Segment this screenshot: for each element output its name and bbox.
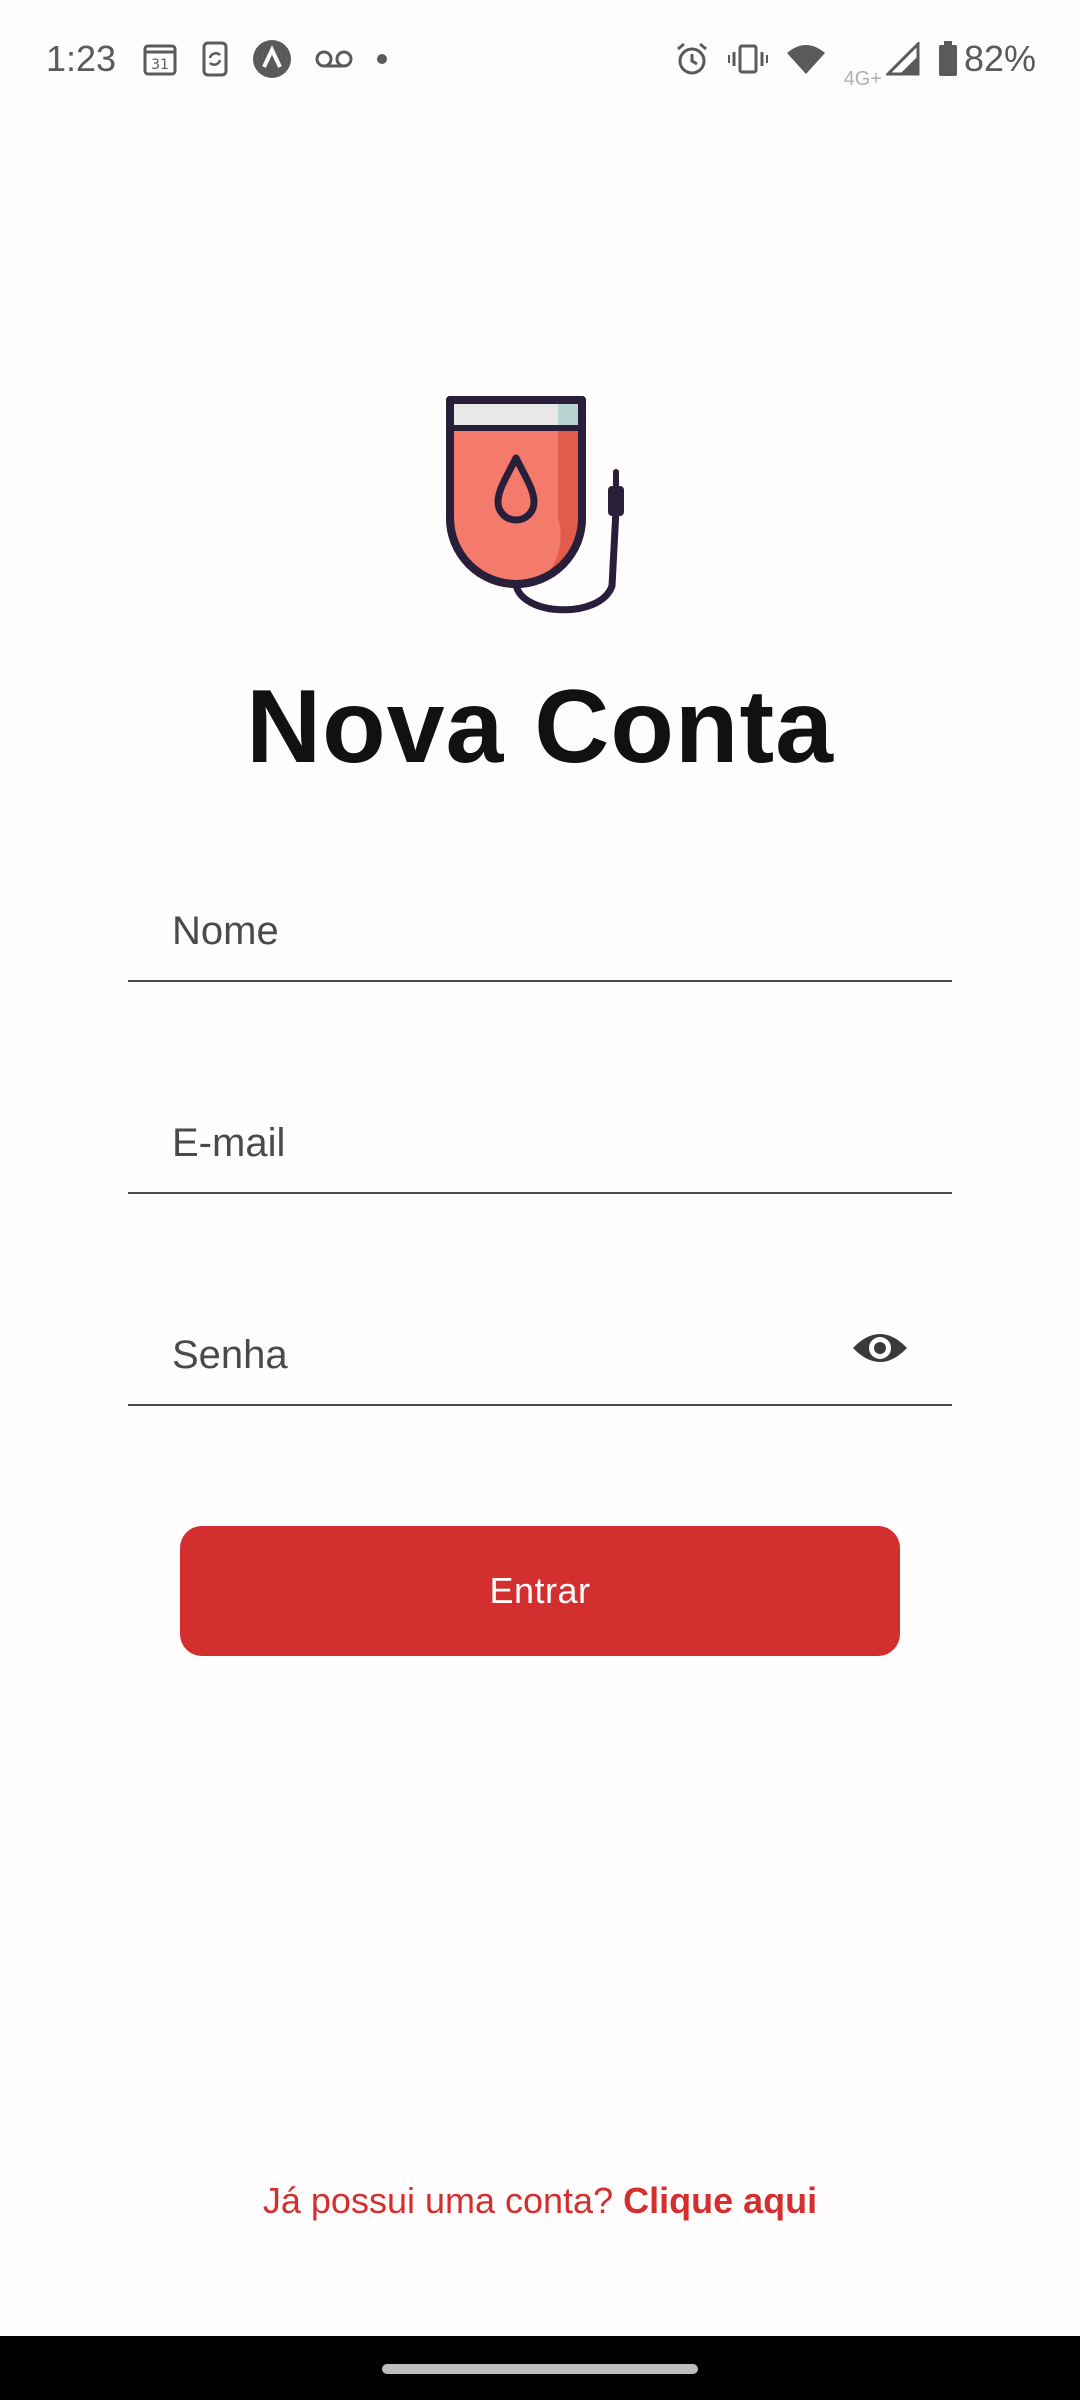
password-input[interactable]	[128, 1286, 952, 1404]
wifi-icon	[786, 43, 826, 75]
calendar-icon: 31	[142, 41, 178, 77]
page-title: Nova Conta	[246, 669, 834, 785]
battery-level: 82%	[963, 38, 1036, 79]
status-bar-right: 4G+ 82%	[674, 28, 1036, 91]
network-type: 4G+	[843, 67, 882, 90]
phone-sync-icon	[200, 41, 230, 77]
password-field	[128, 1286, 952, 1406]
navigation-bar	[0, 2336, 1080, 2400]
alarm-icon	[674, 41, 710, 77]
signal-icon	[885, 42, 920, 76]
new-account-screen: 1:23 31 4G+ 82% Nova Conta Nome E-mail E…	[0, 0, 1080, 2400]
status-time: 1:23	[46, 38, 117, 79]
eye-icon[interactable]	[848, 1316, 912, 1380]
status-bar-left: 1:23 31	[46, 38, 410, 80]
email-field	[128, 1074, 952, 1194]
home-gesture-handle[interactable]	[382, 2364, 698, 2374]
login-link-row: Já possui uma conta? Clique aqui	[0, 2180, 1080, 2222]
submit-button[interactable]: Entrar	[180, 1526, 900, 1656]
calendar-day: 31	[151, 57, 169, 73]
vibrate-icon	[727, 43, 768, 75]
voicemail-icon	[314, 48, 354, 70]
login-link[interactable]: Clique aqui	[623, 2180, 817, 2221]
notification-dot-icon	[376, 53, 388, 65]
battery-icon	[938, 41, 958, 77]
blood-bag-icon	[440, 390, 640, 620]
status-bar: 1:23 31 4G+ 82%	[0, 0, 1080, 118]
name-field	[128, 862, 952, 982]
name-input[interactable]	[128, 862, 952, 980]
login-prompt: Já possui uma conta?	[262, 2180, 614, 2221]
email-input[interactable]	[128, 1074, 952, 1192]
app-icon	[252, 39, 292, 79]
